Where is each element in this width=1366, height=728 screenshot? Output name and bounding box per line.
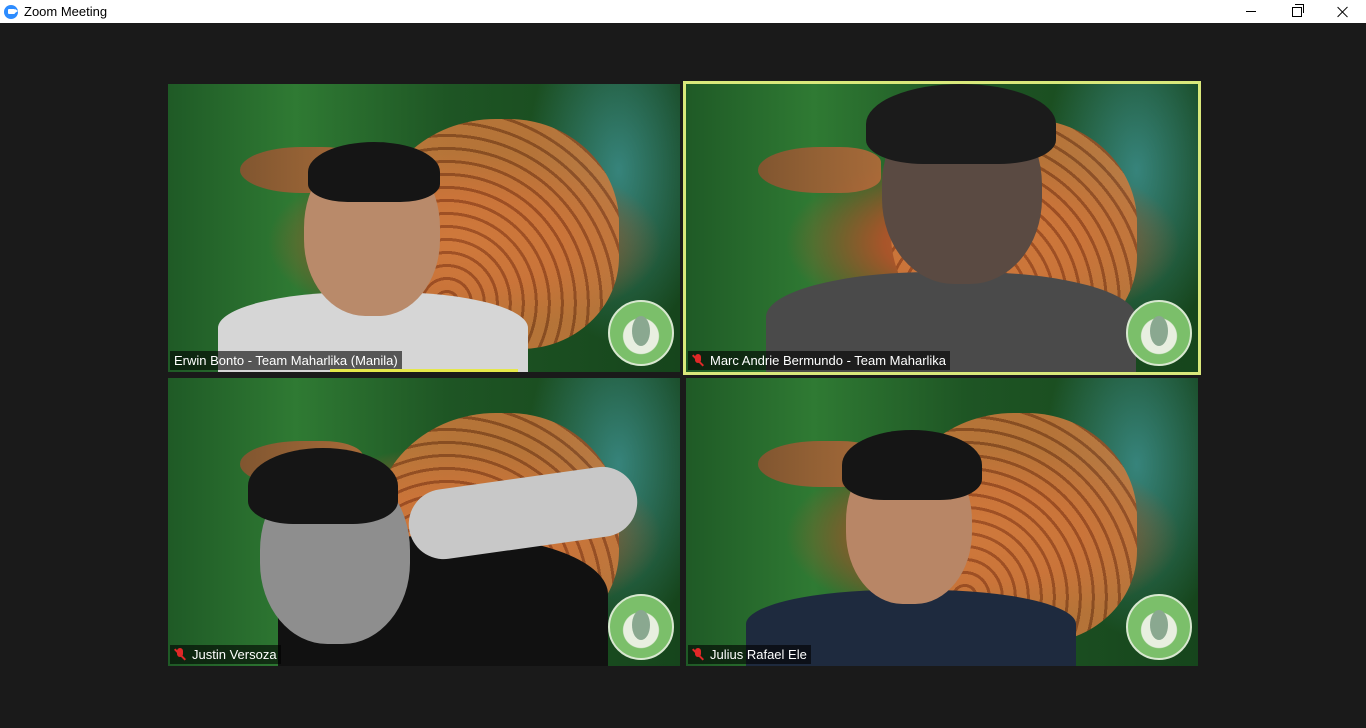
video-tile-erwin[interactable]: Erwin Bonto - Team Maharlika (Manila)	[168, 84, 680, 372]
speaking-indicator	[330, 369, 518, 372]
window-controls	[1228, 0, 1366, 23]
restore-icon	[1292, 3, 1304, 17]
participant-name-label: Erwin Bonto - Team Maharlika (Manila)	[170, 351, 402, 370]
zoom-camera-icon	[4, 4, 18, 19]
participant-hair	[308, 142, 440, 202]
video-tile-julius[interactable]: Julius Rafael Ele	[686, 378, 1198, 666]
team-logo-badge	[1126, 594, 1192, 660]
team-logo-badge	[608, 300, 674, 366]
participant-name-label: Julius Rafael Ele	[688, 645, 811, 664]
team-logo-badge	[1126, 300, 1192, 366]
window-title: Zoom Meeting	[24, 4, 108, 19]
close-icon	[1337, 6, 1349, 18]
participant-name-label: Justin Versoza	[170, 645, 281, 664]
participant-hair	[248, 448, 398, 524]
muted-mic-icon	[691, 354, 705, 367]
participant-name: Justin Versoza	[192, 647, 277, 662]
muted-mic-icon	[691, 648, 705, 661]
title-bar: Zoom Meeting	[0, 0, 1366, 23]
participant-name: Marc Andrie Bermundo - Team Maharlika	[710, 353, 947, 368]
participant-name: Julius Rafael Ele	[710, 647, 807, 662]
team-logo-badge	[608, 594, 674, 660]
minimize-button[interactable]	[1228, 0, 1274, 23]
video-tile-marc[interactable]: Marc Andrie Bermundo - Team Maharlika	[686, 84, 1198, 372]
participant-name: Erwin Bonto - Team Maharlika (Manila)	[174, 353, 398, 368]
restore-button[interactable]	[1274, 0, 1320, 23]
close-button[interactable]	[1320, 0, 1366, 23]
participant-hair	[866, 84, 1056, 164]
minimize-icon	[1246, 11, 1256, 12]
video-tile-justin[interactable]: Justin Versoza	[168, 378, 680, 666]
background-pangolin-snout	[757, 147, 881, 194]
muted-mic-icon	[173, 648, 187, 661]
participant-name-label: Marc Andrie Bermundo - Team Maharlika	[688, 351, 951, 370]
participant-hair	[842, 430, 982, 500]
